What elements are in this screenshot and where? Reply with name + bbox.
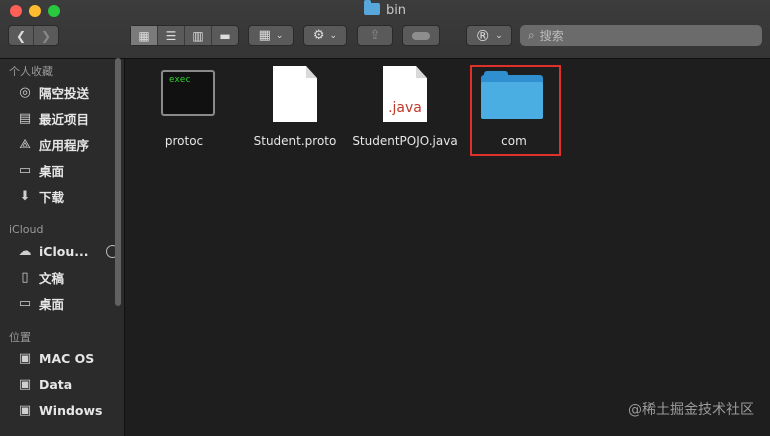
sidebar-item-downloads[interactable]: ⬇ 下载 bbox=[17, 185, 64, 207]
desktop-icon: ▭ bbox=[18, 162, 32, 178]
share-button[interactable]: ⇪ bbox=[357, 25, 393, 46]
back-forward-buttons: ❮ ❯ bbox=[8, 25, 59, 46]
gear-icon: ⚙ bbox=[312, 28, 325, 43]
file-browser-area: exec protoc Student.proto .java StudentP… bbox=[125, 59, 770, 436]
watermark: @稀土掘金技术社区 bbox=[628, 402, 754, 418]
folder-icon bbox=[363, 0, 380, 15]
sidebar: 个人收藏 ◎ 隔空投送 ▤ 最近项目 ⟁ 应用程序 ▭ 桌面 ⬇ 下载 iCloud ☁ i… bbox=[0, 59, 125, 436]
sidebar-section-icloud-title: iCloud bbox=[9, 223, 44, 236]
recents-icon: ▤ bbox=[18, 110, 32, 126]
sidebar-item-mac-os[interactable]: ▣ MAC OS bbox=[17, 347, 94, 369]
search-field[interactable]: ⌕ 搜索 bbox=[520, 25, 762, 46]
sidebar-item-icloud-drive[interactable]: ☁ iClou... bbox=[17, 240, 120, 262]
document-fold bbox=[416, 66, 427, 78]
file-name: com bbox=[501, 134, 527, 148]
window-title: bin bbox=[0, 0, 770, 18]
action-button[interactable]: ⚙ ⌄ bbox=[303, 25, 347, 46]
tag-icon bbox=[412, 31, 430, 40]
disk-icon: ▣ bbox=[18, 350, 32, 366]
title-bar: bin ❮ ❯ ▦ ☰ ▥ ▬ ▦ ⌄ ⚙ ⌄ ⇪ ® ⌄ ⌕ 搜索 bbox=[0, 0, 770, 59]
gallery-view-icon[interactable]: ▬ bbox=[212, 26, 238, 45]
file-name: protoc bbox=[164, 134, 204, 148]
sidebar-section-favorites-title: 个人收藏 bbox=[9, 65, 53, 78]
sidebar-item-data[interactable]: ▣ Data bbox=[17, 373, 72, 395]
disk-icon: ▣ bbox=[18, 402, 32, 418]
airdrop-icon: ◎ bbox=[19, 84, 31, 100]
group-grid-icon: ▦ bbox=[258, 28, 271, 43]
tags-button[interactable] bbox=[402, 25, 440, 46]
sidebar-item-airdrop[interactable]: ◎ 隔空投送 bbox=[17, 81, 89, 103]
desktop-icon: ▭ bbox=[18, 295, 32, 311]
search-placeholder: 搜索 bbox=[539, 29, 564, 43]
disk-icon: ▣ bbox=[18, 376, 32, 392]
view-mode-switcher: ▦ ☰ ▥ ▬ bbox=[130, 25, 239, 46]
sidebar-item-icloud-desktop[interactable]: ▭ 桌面 bbox=[17, 292, 64, 314]
sidebar-scrollbar[interactable] bbox=[115, 58, 121, 306]
documents-icon: ▯ bbox=[21, 269, 29, 285]
sidebar-item-desktop[interactable]: ▭ 桌面 bbox=[17, 159, 64, 181]
downloads-icon: ⬇ bbox=[19, 188, 31, 204]
sidebar-item-recents[interactable]: ▤ 最近项目 bbox=[17, 107, 89, 129]
registered-icon: ® bbox=[475, 26, 491, 45]
chevron-down-icon: ⌄ bbox=[275, 30, 284, 41]
sidebar-item-windows[interactable]: ▣ Windows bbox=[17, 399, 103, 421]
registered-menu-button[interactable]: ® ⌄ bbox=[466, 25, 512, 46]
chevron-down-icon: ⌄ bbox=[495, 30, 503, 41]
group-by-button[interactable]: ▦ ⌄ bbox=[248, 25, 294, 46]
applications-icon: ⟁ bbox=[19, 136, 31, 152]
sidebar-item-applications[interactable]: ⟁ 应用程序 bbox=[17, 133, 89, 155]
document-fold bbox=[306, 66, 317, 78]
sidebar-section-locations-title: 位置 bbox=[9, 331, 31, 344]
column-view-icon[interactable]: ▥ bbox=[185, 26, 212, 45]
file-name: Student.proto bbox=[253, 134, 337, 148]
grid-view-icon[interactable]: ▦ bbox=[131, 26, 158, 45]
executable-icon: exec bbox=[161, 70, 215, 116]
folder-icon[interactable] bbox=[481, 71, 543, 119]
list-view-icon[interactable]: ☰ bbox=[158, 26, 185, 45]
back-button[interactable]: ❮ bbox=[9, 26, 34, 45]
search-icon: ⌕ bbox=[528, 28, 535, 42]
share-icon: ⇪ bbox=[369, 28, 381, 43]
forward-button[interactable]: ❯ bbox=[34, 26, 58, 45]
sidebar-item-documents[interactable]: ▯ 文稿 bbox=[17, 266, 64, 288]
file-name: StudentPOJO.java bbox=[352, 134, 458, 148]
chevron-down-icon: ⌄ bbox=[329, 30, 338, 41]
icloud-icon: ☁ bbox=[18, 243, 32, 259]
